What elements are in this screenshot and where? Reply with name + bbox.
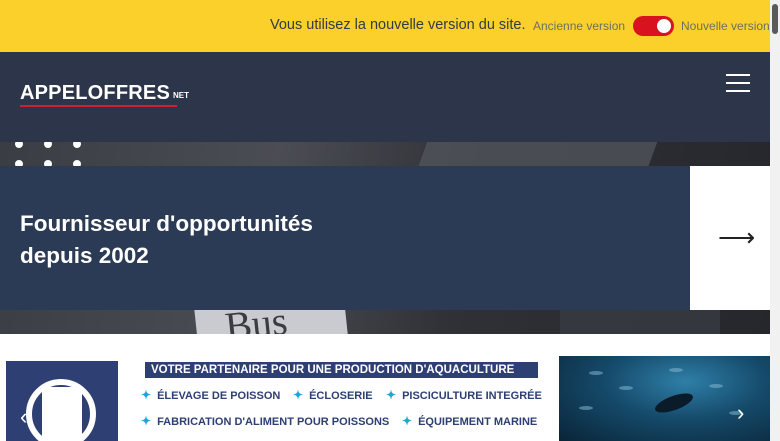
banner-item: ✦ ÉQUIPEMENT MARINE [402,414,538,428]
arrow-right-icon: ⟶ [718,222,756,252]
star-bullet-icon: ✦ [141,388,152,402]
star-bullet-icon: ✦ [293,388,304,402]
page-scrollbar[interactable] [770,0,780,441]
decor-dot [73,142,81,148]
underwater-photo [559,356,770,441]
hero-next-button[interactable]: ⟶ [690,166,770,310]
new-version-label[interactable]: Nouvelle version [681,19,770,33]
decor-dot [44,142,52,148]
logo-monogram [42,387,82,441]
version-notice-bar: Vous utilisez la nouvelle version du sit… [0,0,770,52]
decor-dot [15,142,23,148]
site-header: APPELOFFRES NET [0,52,770,142]
version-toggle[interactable] [633,16,674,36]
old-version-label[interactable]: Ancienne version [533,19,625,33]
star-bullet-icon: ✦ [402,414,413,428]
star-bullet-icon: ✦ [141,414,152,428]
scrollbar-thumb[interactable] [772,4,778,34]
version-toggle-knob [657,19,671,33]
site-logo[interactable]: APPELOFFRES NET [20,82,189,105]
logo-main-text: APPELOFFRES [20,82,170,104]
logo-suffix-text: NET [173,91,189,100]
version-notice-message: Vous utilisez la nouvelle version du sit… [270,17,526,33]
banner-item: ✦ ÉCLOSERIE [293,388,373,402]
banner-item: ✦ ÉLEVAGE DE POISSON [141,388,281,402]
diver-silhouette [652,389,696,417]
carousel-next-icon[interactable]: › [737,400,744,426]
aquaculture-banner[interactable]: ‹ VOTRE PARTENAIRE POUR UNE PRODUCTION D… [0,334,770,441]
star-bullet-icon: ✦ [386,388,397,402]
carousel-prev-icon[interactable]: ‹ [20,404,27,430]
banner-item: ✦ FABRICATION D'ALIMENT POUR POISSONS [141,414,390,428]
hero-section: Bus Fournisseur d'opportunités depuis 20… [0,142,770,334]
hero-title: Fournisseur d'opportunités depuis 2002 [20,211,313,268]
logo-underline [20,105,177,107]
page: Vous utilisez la nouvelle version du sit… [0,0,780,441]
hamburger-menu-icon[interactable] [724,72,752,94]
hero-panel: Fournisseur d'opportunités depuis 2002 [0,166,690,310]
banner-item: ✦ PISCICULTURE INTEGRÉE [386,388,542,402]
banner-headline: VOTRE PARTENAIRE POUR UNE PRODUCTION D'A… [145,362,538,378]
